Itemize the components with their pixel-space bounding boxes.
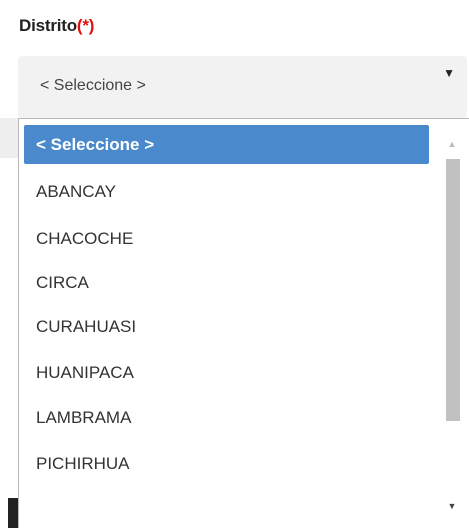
option-pichirhua[interactable]: PICHIRHUA (24, 444, 429, 483)
scroll-track[interactable] (446, 159, 460, 493)
district-label-text: Distrito (19, 16, 77, 35)
option-seleccione[interactable]: < Seleccione > (24, 125, 429, 164)
background-edge (8, 498, 18, 528)
option-circa[interactable]: CIRCA (24, 263, 429, 302)
district-dropdown-list[interactable]: < Seleccione > ABANCAY CHACOCHE CIRCA CU… (18, 118, 469, 528)
option-lambrama[interactable]: LAMBRAMA (24, 398, 429, 437)
option-abancay[interactable]: ABANCAY (24, 172, 429, 211)
option-huanipaca[interactable]: HUANIPACA (24, 353, 429, 392)
required-marker: (*) (76, 16, 95, 35)
district-select[interactable]: < Seleccione > ▼ (18, 56, 467, 118)
option-chacoche[interactable]: CHACOCHE (24, 219, 429, 258)
scroll-thumb[interactable] (446, 159, 460, 421)
option-curahuasi[interactable]: CURAHUASI (24, 307, 429, 346)
scroll-down-arrow-icon[interactable]: ▼ (445, 501, 459, 511)
chevron-down-icon[interactable]: ▼ (443, 66, 455, 80)
scrollbar[interactable]: ▲ ▼ (435, 119, 469, 528)
district-label: Distrito(*) (19, 16, 94, 36)
district-select-value: < Seleccione > (40, 77, 146, 94)
background-panel (0, 118, 18, 158)
scroll-up-arrow-icon[interactable]: ▲ (445, 139, 459, 149)
